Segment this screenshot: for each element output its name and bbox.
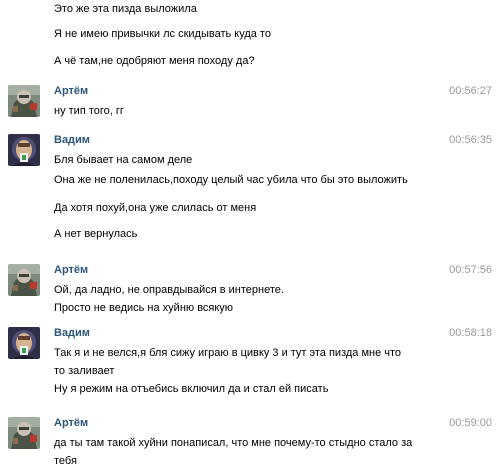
chat-history: Это же эта пизда выложила Я не имею привы… bbox=[0, 0, 501, 475]
message-text: тебя bbox=[54, 455, 77, 467]
message-text: Я не имею привычки лс скидывать куда то bbox=[54, 28, 271, 40]
artem-avatar[interactable] bbox=[8, 417, 40, 449]
message-text: Да хотя похуй,она уже слилась от меня bbox=[54, 202, 257, 214]
message-author[interactable]: Артём bbox=[54, 85, 88, 97]
message-text: да ты там такой хуйни понаписал, что мне… bbox=[54, 437, 413, 449]
message-text: А чё там,не одобряют меня походу да? bbox=[54, 55, 255, 67]
message-time[interactable]: 00:59:00 bbox=[449, 417, 492, 429]
message-time[interactable]: 00:56:27 bbox=[449, 85, 492, 97]
message-text: Ну я режим на отъебись включил да и стал… bbox=[54, 383, 329, 395]
artem-avatar[interactable] bbox=[8, 85, 40, 117]
message-text: Просто не ведись на хуйню всякую bbox=[54, 302, 234, 314]
message-time[interactable]: 00:57:56 bbox=[449, 264, 492, 276]
message-text: ну тип того, гг bbox=[54, 105, 124, 117]
message-text: А нет вернулась bbox=[54, 228, 138, 240]
message-author[interactable]: Артём bbox=[54, 417, 88, 429]
message-text: то заливает bbox=[54, 365, 115, 377]
message-text: Ой, да ладно, не оправдывайся в интернет… bbox=[54, 284, 284, 296]
message-author[interactable]: Вадим bbox=[54, 327, 90, 339]
artem-avatar[interactable] bbox=[8, 264, 40, 296]
vadim-avatar[interactable] bbox=[8, 327, 40, 359]
message-author[interactable]: Артём bbox=[54, 264, 88, 276]
message-text: Это же эта пизда выложила bbox=[54, 3, 197, 15]
message-time[interactable]: 00:58:18 bbox=[449, 327, 492, 339]
vadim-avatar[interactable] bbox=[8, 134, 40, 166]
message-text: Бля бывает на самом деле bbox=[54, 154, 193, 166]
message-text: Так я и не велся,я бля сижу играю в цивк… bbox=[54, 347, 402, 359]
message-author[interactable]: Вадим bbox=[54, 134, 90, 146]
message-text: Она же не поленилась,походу целый час уб… bbox=[54, 174, 408, 186]
message-time[interactable]: 00:56:35 bbox=[449, 134, 492, 146]
